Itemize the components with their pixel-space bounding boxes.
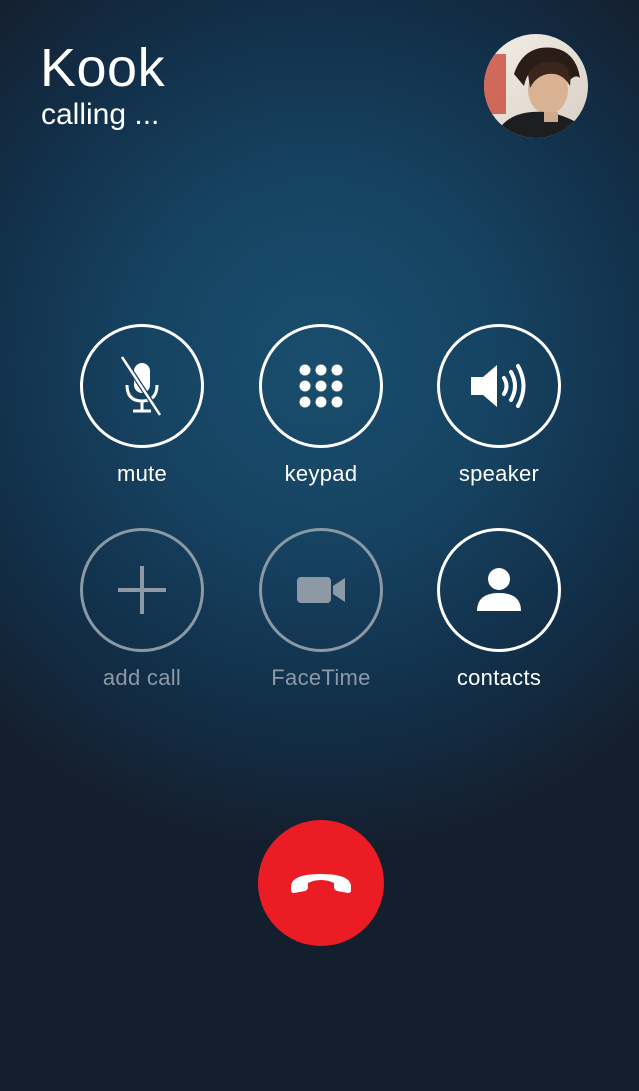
video-camera-icon (297, 577, 345, 603)
facetime-label: FaceTime (271, 665, 371, 690)
avatar-photo (484, 34, 588, 138)
facetime-button[interactable] (259, 528, 383, 652)
call-status: calling ... (41, 98, 160, 131)
add-call-button[interactable] (80, 528, 204, 652)
keypad-label: keypad (284, 461, 358, 486)
speaker-icon (471, 364, 526, 408)
mute-control[interactable]: mute (52, 324, 232, 488)
plus-icon (118, 566, 166, 614)
keypad-button[interactable] (259, 324, 383, 448)
speaker-control[interactable]: speaker (409, 324, 589, 488)
contacts-control[interactable]: contacts (409, 528, 589, 692)
person-icon (477, 568, 521, 611)
phone-hangup-icon (291, 874, 351, 893)
end-call-button[interactable] (258, 820, 384, 946)
contacts-button[interactable] (437, 528, 561, 652)
contacts-label: contacts (456, 665, 542, 690)
keypad-icon (299, 364, 343, 408)
caller-name: Kook (40, 38, 166, 98)
speaker-button[interactable] (437, 324, 561, 448)
contact-avatar (484, 34, 588, 138)
facetime-control[interactable]: FaceTime (231, 528, 411, 692)
mic-off-icon (119, 355, 163, 417)
add-call-control[interactable]: add call (52, 528, 232, 692)
keypad-control[interactable]: keypad (231, 324, 411, 488)
mute-button[interactable] (80, 324, 204, 448)
mute-label: mute (116, 461, 168, 486)
speaker-label: speaker (458, 461, 540, 486)
add-call-label: add call (102, 665, 182, 690)
